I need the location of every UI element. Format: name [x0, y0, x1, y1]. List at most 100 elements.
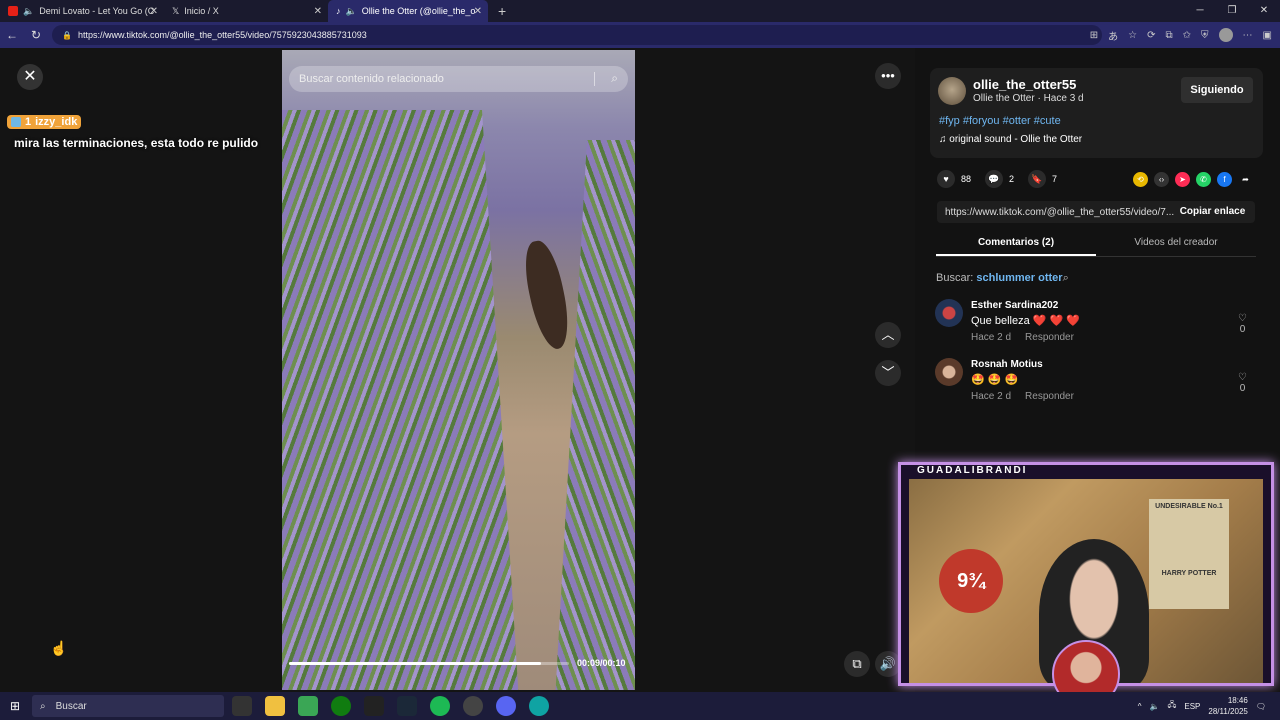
reply-link[interactable]: Responder [1025, 391, 1074, 402]
speaker-icon: 🔈 [345, 5, 357, 16]
tab-tiktok[interactable]: ♪ 🔈 Ollie the Otter (@ollie_the_o ✕ [328, 0, 488, 22]
file-explorer-icon[interactable] [265, 696, 285, 716]
commenter-avatar[interactable] [935, 299, 963, 327]
minecraft-icon[interactable] [298, 696, 318, 716]
whatsapp-icon[interactable]: ✆ [1196, 172, 1211, 187]
facebook-icon[interactable]: f [1217, 172, 1232, 187]
window-controls: ─ ❐ ✕ [1184, 0, 1280, 22]
steam-icon[interactable] [397, 696, 417, 716]
comment-stat[interactable]: 💬 2 [985, 170, 1014, 188]
video-progress-bar[interactable] [289, 662, 569, 665]
windows-start-icon[interactable]: ⊞ [0, 699, 30, 713]
close-icon[interactable]: ✕ [17, 64, 43, 90]
comment-meta: Hace 2 d Responder [971, 332, 1074, 343]
comment-time: Hace 2 d [971, 391, 1012, 402]
tiktok-icon: ♪ [336, 6, 341, 16]
save-count: 7 [1052, 174, 1058, 184]
volume-icon[interactable]: 🔈 [1149, 702, 1159, 711]
close-tab-icon[interactable]: ✕ [150, 6, 158, 17]
taskbar-apps [232, 696, 549, 716]
minimize-icon[interactable]: ─ [1184, 0, 1216, 22]
send-icon[interactable]: ➤ [1175, 172, 1190, 187]
author-avatar[interactable] [938, 77, 966, 105]
restore-icon[interactable]: ❐ [1216, 0, 1248, 22]
translate-icon[interactable]: あ [1108, 28, 1118, 43]
sub-badge-icon [11, 117, 21, 127]
hashtags[interactable]: #fyp #foryou #otter #cute [939, 115, 1061, 127]
pip-icon[interactable]: ⧉ [844, 651, 870, 677]
author-username[interactable]: ollie_the_otter55 [973, 77, 1076, 92]
close-window-icon[interactable]: ✕ [1248, 0, 1280, 22]
reply-link[interactable]: Responder [1025, 332, 1074, 343]
tab-x[interactable]: 𝕏 Inicio / X ✕ [164, 0, 328, 22]
refresh-icon[interactable]: ↻ [24, 28, 48, 42]
comment-text: 🤩 🤩 🤩 [971, 374, 1019, 386]
search-prefix: Buscar: [936, 272, 974, 284]
save-stat[interactable]: 🔖 7 [1028, 170, 1057, 188]
comment-count: 2 [1009, 174, 1015, 184]
search-icon[interactable]: ⌕ [611, 71, 618, 86]
clock[interactable]: 18:46 28/11/2025 [1208, 695, 1247, 717]
x-logo-icon: 𝕏 [172, 5, 180, 16]
profile-avatar[interactable] [1218, 28, 1233, 42]
share-icons: ⟲ ‹› ➤ ✆ f ➦ [1133, 172, 1253, 187]
lavender-field [555, 140, 635, 690]
epic-games-icon[interactable] [364, 696, 384, 716]
embed-icon[interactable]: ‹› [1154, 172, 1169, 187]
chat-message: mira las terminaciones, esta todo re pul… [14, 136, 259, 150]
commenter-name[interactable]: Rosnah Motius [971, 359, 1043, 370]
url-field[interactable]: 🔒 https://www.tiktok.com/@ollie_the_otte… [52, 25, 1102, 45]
favorite-star-icon[interactable]: ☆ [1128, 30, 1137, 41]
video-player[interactable] [282, 50, 635, 690]
tab-title: Ollie the Otter (@ollie_the_o [361, 6, 476, 16]
engagement-stats: ♥ 88 💬 2 🔖 7 [937, 170, 1057, 188]
task-view-icon[interactable] [232, 696, 252, 716]
extension-icon[interactable]: ⟳ [1147, 30, 1155, 41]
favorites-icon[interactable]: ✩ [1183, 30, 1191, 41]
sound-row[interactable]: ♫ original sound - Ollie the Otter [939, 134, 1082, 145]
sidebar-icon[interactable]: ▣ [1263, 30, 1272, 41]
close-tab-icon[interactable]: ✕ [474, 6, 482, 17]
network-icon[interactable]: 🖧 [1167, 699, 1176, 713]
close-tab-icon[interactable]: ✕ [314, 6, 322, 17]
spotify-icon[interactable] [430, 696, 450, 716]
edge-icon[interactable] [529, 696, 549, 716]
tab-comments[interactable]: Comentarios (2) [936, 234, 1096, 256]
chevron-down-icon[interactable]: ﹀ [875, 360, 901, 386]
language-indicator[interactable]: ESP [1184, 702, 1200, 711]
share-arrow-icon[interactable]: ➦ [1238, 172, 1253, 187]
back-icon[interactable]: ← [0, 28, 24, 42]
following-button[interactable]: Siguiendo [1181, 77, 1253, 103]
chevron-up-icon[interactable]: ︿ [875, 322, 901, 348]
app-icon[interactable] [463, 696, 483, 716]
search-term: schlummer otter [976, 272, 1063, 284]
platform-sign: 9¾ [939, 549, 1003, 613]
chevron-up-icon[interactable]: ^ [1138, 702, 1142, 711]
menu-dots-icon[interactable]: ⋯ [1243, 30, 1253, 41]
related-search-input[interactable]: Buscar contenido relacionado ⌕ [289, 66, 628, 92]
new-tab-button[interactable]: + [498, 3, 506, 19]
discord-icon[interactable] [496, 696, 516, 716]
notification-icon[interactable]: 🗨 [1256, 702, 1266, 711]
repost-icon[interactable]: ⟲ [1133, 172, 1148, 187]
xbox-icon[interactable] [331, 696, 351, 716]
commenter-avatar[interactable] [935, 358, 963, 386]
like-stat[interactable]: ♥ 88 [937, 170, 971, 188]
comment-like[interactable]: ♡ 0 [1238, 313, 1247, 335]
related-search-link[interactable]: Buscar: schlummer otter⌕ [936, 272, 1069, 285]
streamer-name: GUADALIBRANDI [913, 465, 1032, 476]
browser-tabbar: 🔈 Demi Lovato - Let You Go (C ✕ 𝕏 Inicio… [0, 0, 1280, 22]
copy-link-button[interactable]: Copiar enlace [1171, 202, 1254, 222]
collections-icon[interactable]: ⧉ [1166, 30, 1173, 41]
tab-youtube[interactable]: 🔈 Demi Lovato - Let You Go (C ✕ [0, 0, 164, 22]
commenter-name[interactable]: Esther Sardina202 [971, 300, 1058, 311]
clock-date: 28/11/2025 [1208, 707, 1248, 716]
shield-icon[interactable]: ⛨ [1201, 30, 1209, 41]
taskbar: ⊞ ⌕ Buscar ^ 🔈 🖧 ESP 18:46 28/11/2025 🗨 [0, 692, 1280, 720]
tab-creator-videos[interactable]: Videos del creador [1096, 234, 1256, 256]
more-options-icon[interactable]: ••• [875, 63, 901, 89]
system-tray: ^ 🔈 🖧 ESP 18:46 28/11/2025 🗨 [1138, 692, 1266, 720]
comment-like[interactable]: ♡ 0 [1238, 372, 1247, 394]
app-icon[interactable]: ⊞ [1090, 30, 1098, 41]
taskbar-search[interactable]: ⌕ Buscar [32, 695, 224, 717]
